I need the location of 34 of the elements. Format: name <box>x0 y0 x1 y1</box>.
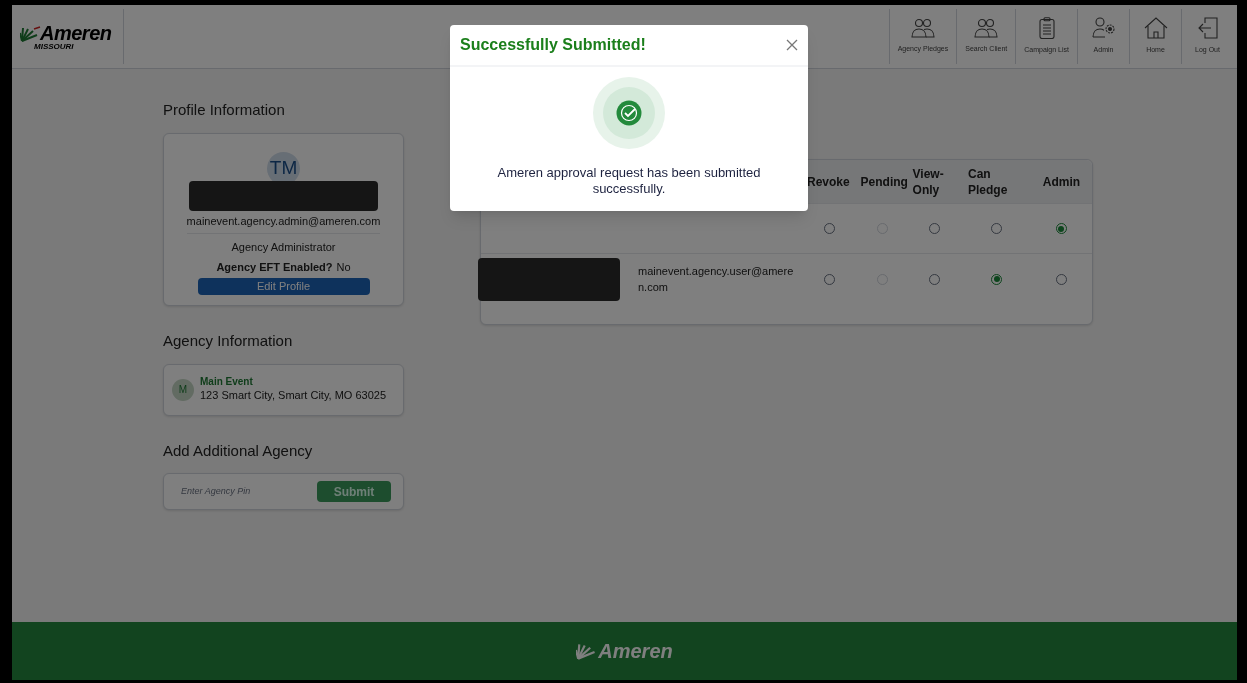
logout-icon <box>1197 17 1218 40</box>
success-check-icon <box>593 77 665 149</box>
clipboard-icon <box>1038 17 1055 40</box>
home-icon <box>1143 17 1168 40</box>
eft-label: Agency EFT Enabled? <box>216 259 333 275</box>
profile-email: mainevent.agency.admin@ameren.com <box>186 212 381 234</box>
dialog-message: Ameren approval request has been submitted successfully. <box>496 165 762 197</box>
people-icon <box>974 18 999 39</box>
column-header: Admin <box>1041 173 1082 190</box>
agency-avatar: M <box>172 378 194 401</box>
submit-button[interactable]: Submit <box>317 481 391 502</box>
edit-profile-button[interactable]: Edit Profile <box>197 278 370 295</box>
sunburst-icon <box>20 24 42 43</box>
agency-pin-field[interactable]: Enter Agency Pin <box>176 484 296 499</box>
dialog-title: Successfully Submitted! <box>460 35 646 55</box>
column-header: View-Only <box>911 165 945 198</box>
people-icon <box>910 18 935 39</box>
section-heading: Profile Information <box>163 100 286 120</box>
agency-address: 123 Smart City, Smart City, MO 63025 <box>200 388 387 403</box>
logo-wordmark: Ameren <box>40 22 112 43</box>
eft-value: No <box>336 259 351 275</box>
column-header: Pending <box>859 173 909 190</box>
section-heading: Add Additional Agency <box>163 440 314 461</box>
user-email: mainevent.agency.user@ameren.com <box>638 264 795 295</box>
column-header: Can Pledge <box>967 165 1009 198</box>
section-heading: Agency Information <box>163 331 294 351</box>
column-header: Revoke <box>806 173 851 190</box>
agency-name[interactable]: Main Event <box>200 376 387 389</box>
close-icon[interactable] <box>786 39 798 51</box>
profile-role: Agency Administrator <box>231 240 336 255</box>
logo-region: MISSOURI <box>34 42 75 51</box>
ameren-logo[interactable]: Ameren MISSOURI <box>12 9 125 64</box>
user-gear-icon <box>1091 17 1116 40</box>
footer-wordmark: Ameren <box>598 641 673 661</box>
